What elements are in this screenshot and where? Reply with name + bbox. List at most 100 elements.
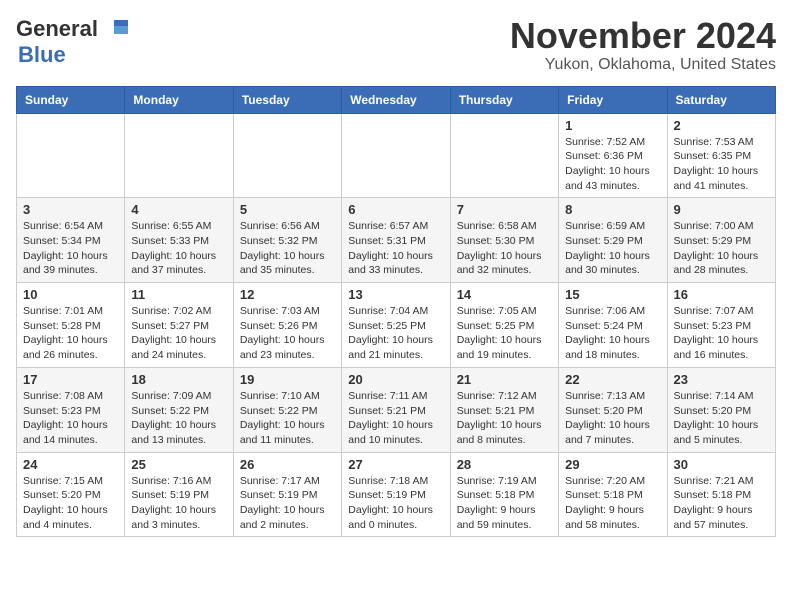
cell-detail: Sunrise: 7:07 AM Sunset: 5:23 PM Dayligh… — [674, 304, 769, 363]
calendar-cell: 18 Sunrise: 7:09 AM Sunset: 5:22 PM Dayli… — [125, 367, 233, 452]
calendar-cell: 5 Sunrise: 6:56 AM Sunset: 5:32 PM Daylig… — [233, 198, 341, 283]
calendar-cell: 24 Sunrise: 7:15 AM Sunset: 5:20 PM Dayli… — [17, 452, 125, 537]
week-row-1: 1 Sunrise: 7:52 AM Sunset: 6:36 PM Daylig… — [17, 113, 776, 198]
cell-detail: Sunrise: 6:54 AM Sunset: 5:34 PM Dayligh… — [23, 219, 118, 278]
day-number: 23 — [674, 372, 769, 387]
cell-detail: Sunrise: 7:53 AM Sunset: 6:35 PM Dayligh… — [674, 135, 769, 194]
day-number: 3 — [23, 202, 118, 217]
cell-detail: Sunrise: 7:16 AM Sunset: 5:19 PM Dayligh… — [131, 474, 226, 533]
logo-flag-icon — [100, 20, 128, 40]
calendar-cell — [233, 113, 341, 198]
calendar-cell — [17, 113, 125, 198]
day-number: 7 — [457, 202, 552, 217]
title-section: November 2024 Yukon, Oklahoma, United St… — [510, 16, 776, 74]
day-number: 13 — [348, 287, 443, 302]
cell-detail: Sunrise: 7:12 AM Sunset: 5:21 PM Dayligh… — [457, 389, 552, 448]
day-number: 9 — [674, 202, 769, 217]
calendar-cell: 19Sunrise: 7:10 AM Sunset: 5:22 PM Dayli… — [233, 367, 341, 452]
calendar-cell — [342, 113, 450, 198]
cell-detail: Sunrise: 7:03 AM Sunset: 5:26 PM Dayligh… — [240, 304, 335, 363]
calendar-cell: 9 Sunrise: 7:00 AM Sunset: 5:29 PM Daylig… — [667, 198, 775, 283]
cell-detail: Sunrise: 6:57 AM Sunset: 5:31 PM Dayligh… — [348, 219, 443, 278]
calendar-cell: 13 Sunrise: 7:04 AM Sunset: 5:25 PM Dayli… — [342, 283, 450, 368]
day-number: 27 — [348, 457, 443, 472]
calendar-table: Sunday Monday Tuesday Wednesday Thursday… — [16, 86, 776, 538]
calendar-cell: 20 Sunrise: 7:11 AM Sunset: 5:21 PM Dayli… — [342, 367, 450, 452]
logo-general: General — [16, 16, 98, 41]
day-number: 1 — [565, 118, 660, 133]
calendar-cell — [450, 113, 558, 198]
cell-detail: Sunrise: 7:04 AM Sunset: 5:25 PM Dayligh… — [348, 304, 443, 363]
logo-blue-row: Blue — [16, 42, 66, 68]
cell-detail: Sunrise: 7:13 AM Sunset: 5:20 PM Dayligh… — [565, 389, 660, 448]
calendar-cell: 12 Sunrise: 7:03 AM Sunset: 5:26 PM Dayli… — [233, 283, 341, 368]
day-number: 17 — [23, 372, 118, 387]
page-header: General Blue November 2024 Yukon, Oklaho… — [16, 16, 776, 74]
cell-detail: Sunrise: 7:20 AM Sunset: 5:18 PM Dayligh… — [565, 474, 660, 533]
calendar-cell: 1 Sunrise: 7:52 AM Sunset: 6:36 PM Daylig… — [559, 113, 667, 198]
cell-detail: Sunrise: 7:06 AM Sunset: 5:24 PM Dayligh… — [565, 304, 660, 363]
cell-detail: Sunrise: 6:59 AM Sunset: 5:29 PM Dayligh… — [565, 219, 660, 278]
calendar-cell: 14Sunrise: 7:05 AM Sunset: 5:25 PM Dayli… — [450, 283, 558, 368]
day-number: 5 — [240, 202, 335, 217]
header-thursday: Thursday — [450, 86, 558, 113]
calendar-cell: 3 Sunrise: 6:54 AM Sunset: 5:34 PM Daylig… — [17, 198, 125, 283]
cell-detail: Sunrise: 7:15 AM Sunset: 5:20 PM Dayligh… — [23, 474, 118, 533]
month-title: November 2024 — [510, 16, 776, 56]
day-number: 26 — [240, 457, 335, 472]
logo-text: General — [16, 16, 130, 42]
day-number: 16 — [674, 287, 769, 302]
day-number: 12 — [240, 287, 335, 302]
cell-detail: Sunrise: 6:55 AM Sunset: 5:33 PM Dayligh… — [131, 219, 226, 278]
day-number: 2 — [674, 118, 769, 133]
cell-detail: Sunrise: 6:56 AM Sunset: 5:32 PM Dayligh… — [240, 219, 335, 278]
cell-detail: Sunrise: 7:52 AM Sunset: 6:36 PM Dayligh… — [565, 135, 660, 194]
calendar-cell: 7 Sunrise: 6:58 AM Sunset: 5:30 PM Daylig… — [450, 198, 558, 283]
cell-detail: Sunrise: 7:01 AM Sunset: 5:28 PM Dayligh… — [23, 304, 118, 363]
calendar-cell: 10 Sunrise: 7:01 AM Sunset: 5:28 PM Dayli… — [17, 283, 125, 368]
header-wednesday: Wednesday — [342, 86, 450, 113]
calendar-cell: 6 Sunrise: 6:57 AM Sunset: 5:31 PM Daylig… — [342, 198, 450, 283]
day-number: 14 — [457, 287, 552, 302]
logo: General Blue — [16, 16, 130, 68]
week-row-4: 17Sunrise: 7:08 AM Sunset: 5:23 PM Dayli… — [17, 367, 776, 452]
week-row-2: 3 Sunrise: 6:54 AM Sunset: 5:34 PM Daylig… — [17, 198, 776, 283]
day-number: 6 — [348, 202, 443, 217]
calendar-cell: 26Sunrise: 7:17 AM Sunset: 5:19 PM Dayli… — [233, 452, 341, 537]
calendar-cell: 17Sunrise: 7:08 AM Sunset: 5:23 PM Dayli… — [17, 367, 125, 452]
day-number: 10 — [23, 287, 118, 302]
cell-detail: Sunrise: 7:14 AM Sunset: 5:20 PM Dayligh… — [674, 389, 769, 448]
logo-blue: Blue — [18, 42, 66, 67]
day-number: 8 — [565, 202, 660, 217]
cell-detail: Sunrise: 6:58 AM Sunset: 5:30 PM Dayligh… — [457, 219, 552, 278]
day-number: 11 — [131, 287, 226, 302]
day-number: 20 — [348, 372, 443, 387]
calendar-cell: 30Sunrise: 7:21 AM Sunset: 5:18 PM Dayli… — [667, 452, 775, 537]
day-number: 25 — [131, 457, 226, 472]
day-number: 29 — [565, 457, 660, 472]
calendar-cell: 23 Sunrise: 7:14 AM Sunset: 5:20 PM Dayli… — [667, 367, 775, 452]
header-saturday: Saturday — [667, 86, 775, 113]
header-tuesday: Tuesday — [233, 86, 341, 113]
day-number: 15 — [565, 287, 660, 302]
calendar-cell: 22 Sunrise: 7:13 AM Sunset: 5:20 PM Dayli… — [559, 367, 667, 452]
day-number: 18 — [131, 372, 226, 387]
calendar-cell: 8 Sunrise: 6:59 AM Sunset: 5:29 PM Daylig… — [559, 198, 667, 283]
calendar-cell: 25 Sunrise: 7:16 AM Sunset: 5:19 PM Dayli… — [125, 452, 233, 537]
cell-detail: Sunrise: 7:09 AM Sunset: 5:22 PM Dayligh… — [131, 389, 226, 448]
cell-detail: Sunrise: 7:11 AM Sunset: 5:21 PM Dayligh… — [348, 389, 443, 448]
calendar-cell — [125, 113, 233, 198]
cell-detail: Sunrise: 7:21 AM Sunset: 5:18 PM Dayligh… — [674, 474, 769, 533]
cell-detail: Sunrise: 7:19 AM Sunset: 5:18 PM Dayligh… — [457, 474, 552, 533]
header-monday: Monday — [125, 86, 233, 113]
day-number: 24 — [23, 457, 118, 472]
location-title: Yukon, Oklahoma, United States — [510, 56, 776, 74]
cell-detail: Sunrise: 7:00 AM Sunset: 5:29 PM Dayligh… — [674, 219, 769, 278]
day-number: 22 — [565, 372, 660, 387]
week-row-3: 10 Sunrise: 7:01 AM Sunset: 5:28 PM Dayli… — [17, 283, 776, 368]
cell-detail: Sunrise: 7:02 AM Sunset: 5:27 PM Dayligh… — [131, 304, 226, 363]
calendar-cell: 27Sunrise: 7:18 AM Sunset: 5:19 PM Dayli… — [342, 452, 450, 537]
header-sunday: Sunday — [17, 86, 125, 113]
day-number: 28 — [457, 457, 552, 472]
calendar-cell: 29 Sunrise: 7:20 AM Sunset: 5:18 PM Dayli… — [559, 452, 667, 537]
